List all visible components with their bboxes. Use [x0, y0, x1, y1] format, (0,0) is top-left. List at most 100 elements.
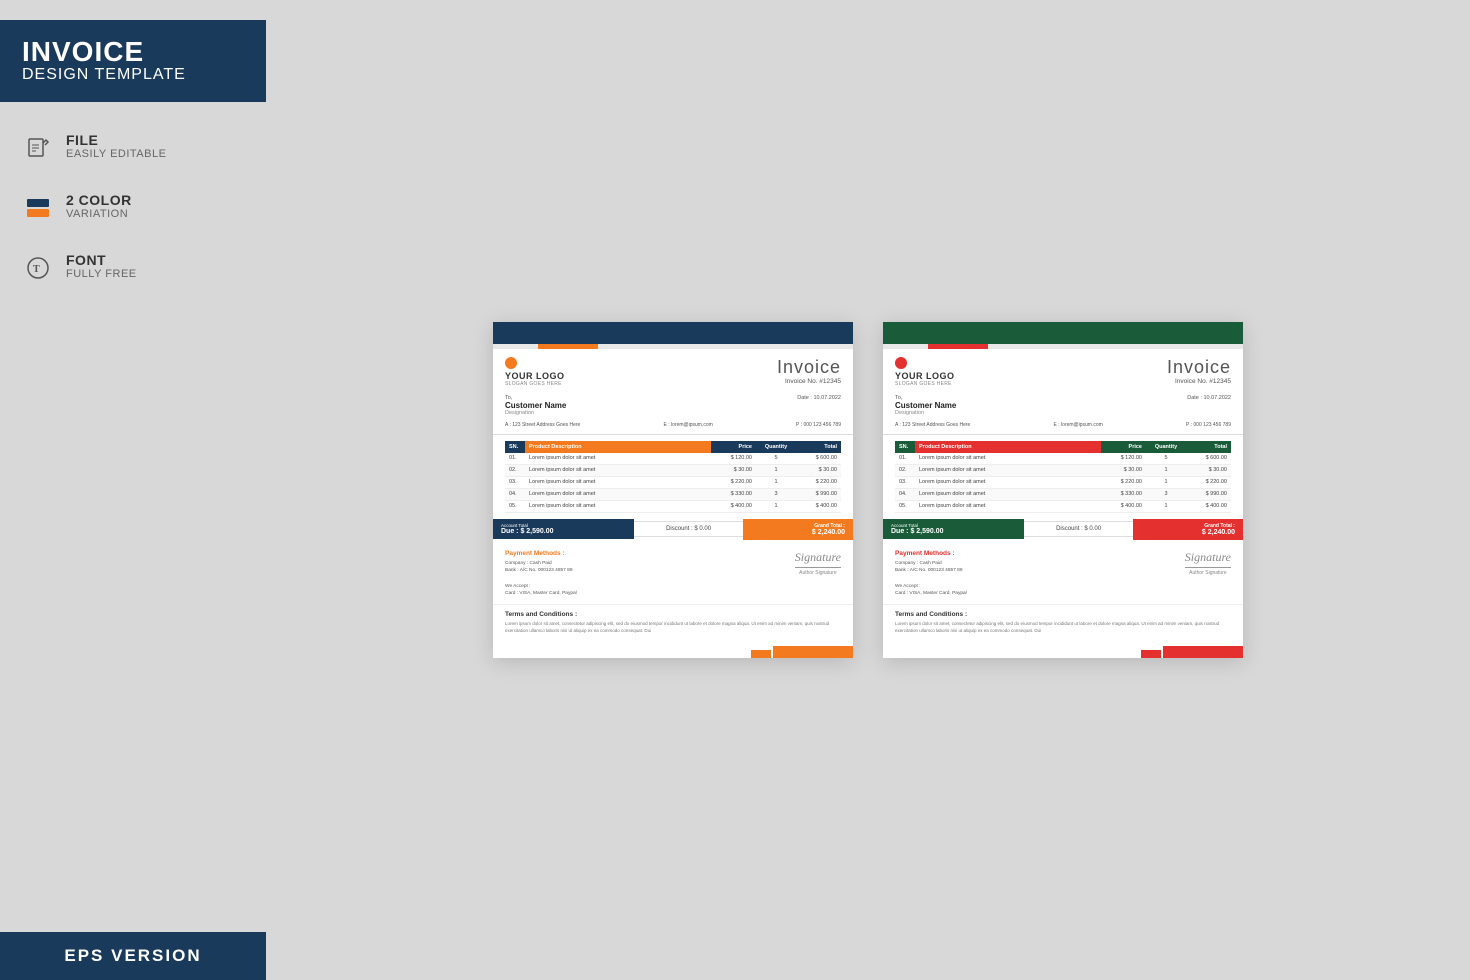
cell-qty: 1 [1146, 464, 1186, 476]
blue-due-amount: Due : $ 2,590.00 [501, 528, 626, 535]
green-bottom-accent [883, 646, 1243, 658]
green-logo-block: YOUR LOGO SLOGAN GOES HERE [895, 357, 955, 387]
cell-desc: Lorem ipsum dolor sit amet [915, 500, 1101, 512]
blue-sig-text: Signature [795, 550, 841, 565]
blue-header-band [493, 322, 853, 344]
feature-file-text: FILE EASILY EDITABLE [66, 132, 166, 160]
table-row: 05. Lorem ipsum dolor sit amet $ 400.00 … [895, 500, 1231, 512]
blue-bottom-right [773, 646, 853, 658]
green-payment: Payment Methods : Company : Cash Paid Ba… [883, 544, 1243, 604]
cell-total: $ 990.00 [796, 488, 841, 500]
blue-invoice-table: SN. Product Description Price Quantity T… [505, 441, 841, 513]
cell-desc: Lorem ipsum dolor sit amet [915, 476, 1101, 488]
blue-table-wrapper: SN. Product Description Price Quantity T… [493, 441, 853, 513]
green-address-row: A : 123 Street Address Goes Here E : lor… [883, 420, 1243, 435]
green-due-amount: Due : $ 2,590.00 [891, 528, 1016, 535]
table-row: 05. Lorem ipsum dolor sit amet $ 400.00 … [505, 500, 841, 512]
feature-font-text: FONT FULLY FREE [66, 252, 137, 280]
blue-th-total: Total [796, 441, 841, 453]
blue-date-block: Date : 10.07.2022 [797, 395, 841, 401]
cell-price: $ 330.00 [1101, 488, 1146, 500]
blue-th-price: Price [711, 441, 756, 453]
green-terms-text: Lorem ipsum dolor sit amet, consectetur … [895, 621, 1231, 635]
feature-file-label: FILE [66, 132, 166, 148]
cell-total: $ 600.00 [1186, 453, 1231, 465]
cell-sn: 04. [895, 488, 915, 500]
table-row: 02. Lorem ipsum dolor sit amet $ 30.00 1… [895, 464, 1231, 476]
green-grand-value: $ 2,240.00 [1141, 529, 1235, 536]
table-row: 04. Lorem ipsum dolor sit amet $ 330.00 … [895, 488, 1231, 500]
blue-grand-value: $ 2,240.00 [751, 529, 845, 536]
cell-desc: Lorem ipsum dolor sit amet [525, 476, 711, 488]
table-row: 01. Lorem ipsum dolor sit amet $ 120.00 … [505, 453, 841, 465]
blue-terms: Terms and Conditions : Lorem ipsum dolor… [493, 604, 853, 641]
cell-price: $ 220.00 [711, 476, 756, 488]
blue-billing-row: To, Customer Name Designation Date : 10.… [493, 391, 853, 420]
cell-total: $ 400.00 [1186, 500, 1231, 512]
blue-card-label: Card : [505, 591, 518, 596]
blue-phone: P : 000 123 456 789 [796, 422, 841, 428]
cell-price: $ 400.00 [1101, 500, 1146, 512]
blue-top-row: YOUR LOGO SLOGAN GOES HERE Invoice Invoi… [493, 349, 853, 391]
cell-desc: Lorem ipsum dolor sit amet [915, 453, 1101, 465]
blue-card-value: VISA, Master Card, Paypal [519, 591, 576, 596]
edit-icon [22, 132, 54, 164]
blue-terms-title: Terms and Conditions : [505, 611, 841, 618]
blue-payment-left: Payment Methods : Company : Cash Paid Ba… [505, 550, 577, 598]
green-date-label: Date : [1187, 395, 1202, 401]
cell-price: $ 400.00 [711, 500, 756, 512]
green-header-band [883, 322, 1243, 344]
blue-address-value: 123 Street Address Goes Here [512, 422, 580, 428]
cell-total: $ 600.00 [796, 453, 841, 465]
sidebar: INVOICE DESIGN TEMPLATE FILE EASILY EDIT… [0, 0, 266, 980]
red-accent-rect [928, 344, 988, 349]
green-logo-slogan: SLOGAN GOES HERE [895, 381, 955, 387]
green-card-label: Card : [895, 591, 908, 596]
blue-sig-label: Author Signature [795, 570, 841, 576]
green-address: A : 123 Street Address Goes Here [895, 422, 970, 428]
blue-table-body: 01. Lorem ipsum dolor sit amet $ 120.00 … [505, 453, 841, 513]
feature-font-label: FONT [66, 252, 137, 268]
green-customer-name: Customer Name [895, 401, 956, 410]
sidebar-features: FILE EASILY EDITABLE 2 COLOR VARIATION [0, 132, 266, 284]
green-payment-detail: Company : Cash Paid Bank : A/C No. 00012… [895, 560, 967, 598]
green-sig-text: Signature [1185, 550, 1231, 565]
blue-phone-value: 000 123 456 789 [803, 422, 841, 428]
green-address-label: A : [895, 422, 901, 428]
blue-totals-bar: Account Total Due : $ 2,590.00 Discount … [493, 519, 853, 540]
table-row: 03. Lorem ipsum dolor sit amet $ 220.00 … [895, 476, 1231, 488]
blue-payment-title: Payment Methods : [505, 550, 577, 557]
orange-accent-rect [538, 344, 598, 349]
blue-email-value: lorem@ipsum.com [671, 422, 713, 428]
blue-accent-bar [493, 344, 853, 349]
green-bottom-right [1163, 646, 1243, 658]
cell-desc: Lorem ipsum dolor sit amet [915, 464, 1101, 476]
cell-total: $ 220.00 [796, 476, 841, 488]
cell-qty: 3 [756, 488, 796, 500]
cell-desc: Lorem ipsum dolor sit amet [525, 453, 711, 465]
cell-total: $ 30.00 [1186, 464, 1231, 476]
table-row: 04. Lorem ipsum dolor sit amet $ 330.00 … [505, 488, 841, 500]
sidebar-title-block: INVOICE DESIGN TEMPLATE [0, 20, 266, 102]
blue-grand-total: Grand Total : $ 2,240.00 [743, 519, 853, 540]
green-table-wrapper: SN. Product Description Price Quantity T… [883, 441, 1243, 513]
blue-payment-detail: Company : Cash Paid Bank : A/C No. 00012… [505, 560, 577, 598]
cell-total: $ 220.00 [1186, 476, 1231, 488]
blue-discount: Discount : $ 0.00 [634, 521, 744, 537]
green-signature-block: Signature Author Signature [1185, 550, 1231, 576]
green-date-block: Date : 10.07.2022 [1187, 395, 1231, 401]
green-payment-title: Payment Methods : [895, 550, 967, 557]
cell-price: $ 220.00 [1101, 476, 1146, 488]
red-logo-circle [895, 357, 907, 369]
cell-sn: 02. [895, 464, 915, 476]
cell-desc: Lorem ipsum dolor sit amet [525, 500, 711, 512]
blue-address-label: A : [505, 422, 511, 428]
blue-bottom-small [751, 650, 771, 658]
cell-price: $ 330.00 [711, 488, 756, 500]
blue-we-accept: We Accept : [505, 584, 531, 589]
green-billing-row: To, Customer Name Designation Date : 10.… [883, 391, 1243, 420]
green-phone: P : 000 123 456 789 [1186, 422, 1231, 428]
green-company-value: Cash Paid [920, 561, 942, 566]
table-row: 01. Lorem ipsum dolor sit amet $ 120.00 … [895, 453, 1231, 465]
blue-date-value: 10.07.2022 [813, 395, 841, 401]
